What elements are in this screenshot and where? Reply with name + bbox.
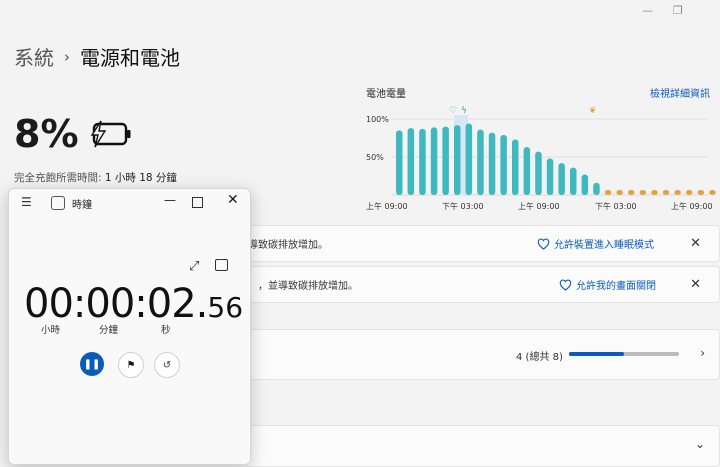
x-tick-label: 上午 09:00: [671, 201, 713, 211]
recommendation-card-screen: ，並導致碳排放增加。 允許我的畫面關閉 ✕: [245, 266, 720, 303]
menu-icon[interactable]: ☰: [21, 195, 32, 209]
unit-minutes: 分鐘: [99, 325, 119, 336]
lightning-icon: ϟ: [461, 106, 467, 116]
battery-bar: [430, 127, 438, 195]
battery-bar: [396, 130, 403, 195]
clock-minimize-button[interactable]: —: [164, 193, 176, 207]
battery-bar: [454, 125, 461, 195]
x-tick-label: 下午 03:00: [442, 201, 484, 211]
battery-percent: 8%: [14, 112, 79, 156]
unit-hours: 小時: [41, 325, 61, 336]
clock-window: ☰ 時鐘 — ✕ ⤢ 00:00:02.56 小時 分鐘 秒 ❚❚ ⚑ ↺: [8, 188, 251, 465]
dismiss-button[interactable]: ✕: [690, 236, 701, 251]
clock-close-button[interactable]: ✕: [227, 192, 239, 208]
battery-bar: [628, 190, 635, 195]
chevron-down-icon: ⌄: [694, 437, 705, 451]
leaf-heart-icon: [537, 238, 550, 250]
restore-window-button[interactable]: ❐: [673, 4, 683, 17]
dismiss-button[interactable]: ✕: [690, 277, 701, 292]
breadcrumb-system[interactable]: 系統: [14, 42, 54, 71]
chevron-right-icon: ›: [64, 47, 70, 66]
battery-bar: [697, 190, 705, 195]
reset-button[interactable]: ↺: [154, 352, 180, 378]
battery-bar: [639, 190, 647, 195]
chart-title: 電池電量: [366, 89, 406, 100]
leaf-icon: ❦: [589, 106, 597, 116]
battery-bar: [662, 190, 670, 195]
battery-bar: [477, 129, 484, 195]
chevron-right-icon: ›: [700, 346, 705, 360]
expand-icon[interactable]: ⤢: [189, 259, 199, 274]
battery-bar: [593, 182, 600, 195]
heart-icon: ♡: [449, 106, 457, 116]
allow-screen-off-action[interactable]: 允許我的畫面關閉: [559, 277, 656, 292]
x-tick-label: 上午 09:00: [518, 201, 560, 211]
full-charge-time: 完全充飽所需時間: 1 小時 18 分鐘: [14, 172, 177, 184]
compact-overlay-icon[interactable]: [215, 259, 228, 271]
minimize-window-button[interactable]: —: [642, 4, 653, 17]
battery-bar: [407, 128, 415, 195]
progress-bar: [569, 352, 679, 356]
battery-bar: [535, 151, 542, 195]
clock-maximize-button[interactable]: [192, 197, 203, 208]
battery-bar: [465, 123, 473, 195]
y-tick-label: 100%: [366, 115, 389, 124]
battery-bar: [419, 128, 426, 195]
recommendation-message: ，並導致碳排放增加。: [258, 281, 358, 292]
battery-bar: [442, 126, 449, 195]
y-tick-label: 50%: [366, 153, 384, 162]
battery-bar: [488, 132, 496, 195]
battery-bar: [558, 163, 565, 195]
leaf-heart-icon: [559, 279, 572, 291]
pause-button[interactable]: ❚❚: [80, 352, 104, 376]
clock-titlebar[interactable]: ☰ 時鐘 — ✕: [9, 189, 250, 215]
clock-title: 時鐘: [72, 200, 92, 211]
battery-bar: [581, 174, 589, 195]
lap-flag-button[interactable]: ⚑: [118, 352, 144, 378]
breadcrumb: 系統 › 電源和電池: [14, 42, 180, 71]
progress-fill: [569, 352, 624, 356]
battery-bar: [546, 158, 554, 195]
battery-bar: [686, 190, 693, 195]
recommendation-card-sleep: 導致碳排放增加。 允許裝置進入睡眠模式 ✕: [245, 225, 720, 262]
battery-bar: [709, 190, 716, 195]
unit-seconds: 秒: [161, 325, 171, 336]
page-title: 電源和電池: [80, 46, 180, 70]
battery-bar: [651, 190, 658, 195]
battery-bar: [512, 139, 519, 195]
recommendation-message: 導致碳排放增加。: [248, 240, 328, 251]
battery-bar: [604, 190, 612, 195]
battery-bar: [616, 190, 623, 195]
recommendations-progress-row[interactable]: 4 (總共 8) ›: [245, 329, 720, 380]
x-tick-label: 上午 09:00: [366, 201, 408, 211]
allow-sleep-action[interactable]: 允許裝置進入睡眠模式: [537, 236, 654, 251]
stopwatch-time: 00:00:02.56: [24, 281, 244, 327]
battery-bar: [674, 190, 681, 195]
battery-bar: [500, 134, 507, 195]
progress-text: 4 (總共 8): [516, 352, 563, 363]
battery-bar: [523, 147, 531, 195]
battery-charging-icon: [90, 120, 131, 148]
clock-app-icon: [51, 196, 65, 210]
x-tick-label: 下午 03:00: [595, 201, 637, 211]
battery-bar: [570, 167, 577, 195]
view-details-link[interactable]: 檢視詳細資訊: [650, 85, 710, 100]
battery-level-chart: 100% 50% ♡ ϟ ❦ 上午 09:00 下午 03:00 上午 09:00 下午 0…: [366, 106, 716, 211]
